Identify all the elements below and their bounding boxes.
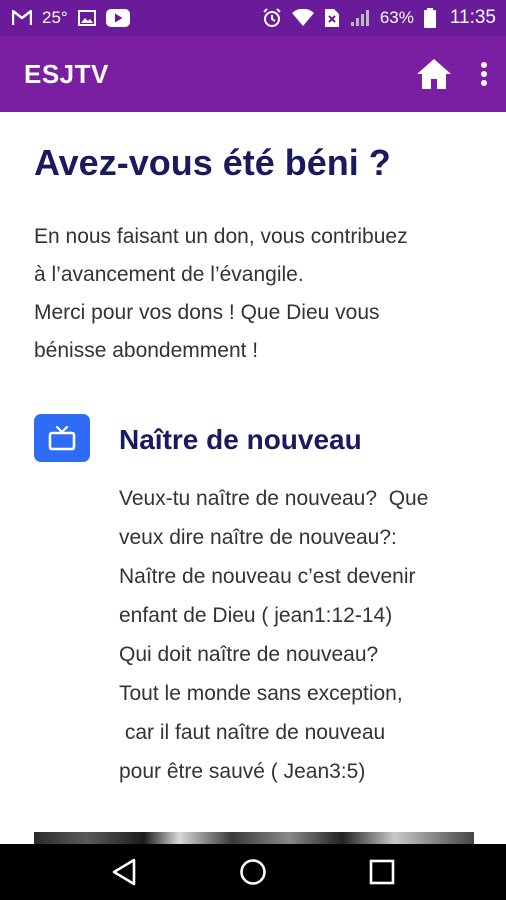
temperature-text: 25°	[42, 8, 68, 27]
clock-text: 11:35	[449, 7, 496, 28]
feature-text: Veux-tu naître de nouveau? Que veux dire…	[119, 479, 489, 791]
more-vert-icon[interactable]	[480, 61, 488, 87]
intro-line: bénisse abondemment !	[34, 339, 259, 362]
status-bar-right: 63% 11:35	[262, 7, 496, 29]
image-icon	[77, 10, 96, 26]
alarm-icon	[262, 8, 282, 28]
home-circle-icon[interactable]	[239, 858, 267, 886]
tv-icon	[34, 414, 90, 462]
crowd-photo	[34, 832, 474, 844]
feature-line: Qui doit naître de nouveau?	[119, 643, 379, 666]
status-bar: 25° 63% 11:35	[0, 0, 506, 36]
battery-percent: 63%	[379, 8, 414, 27]
feature-title: Naître de nouveau	[119, 424, 362, 455]
recents-icon[interactable]	[369, 859, 395, 885]
home-icon[interactable]	[416, 58, 452, 90]
youtube-icon	[105, 9, 130, 27]
app-title: ESJTV	[24, 58, 109, 89]
feature-line: Naître de nouveau c’est devenir	[119, 565, 416, 588]
back-icon[interactable]	[111, 858, 137, 886]
signal-icon	[350, 9, 370, 27]
feature-line: pour être sauvé ( Jean3:5)	[119, 760, 366, 783]
gmail-icon	[12, 10, 32, 26]
feature-line: Veux-tu naître de nouveau? Que	[119, 487, 429, 510]
page-title: Avez-vous été béni ?	[34, 142, 391, 183]
system-nav-bar	[0, 844, 506, 900]
feature-line: car il faut naître de nouveau	[119, 721, 386, 744]
feature-line: veux dire naître de nouveau?:	[119, 526, 397, 549]
status-bar-left: 25°	[12, 8, 130, 28]
wifi-icon	[291, 9, 314, 27]
battery-icon	[423, 8, 436, 28]
feature-line: enfant de Dieu ( jean1:12-14)	[119, 604, 393, 627]
intro-text: En nous faisant un don, vous contribuez …	[34, 218, 474, 370]
intro-line: à l’avancement de l’évangile.	[34, 263, 304, 286]
intro-line: Merci pour vos dons ! Que Dieu vous	[34, 301, 380, 324]
no-sim-icon	[324, 8, 340, 28]
app-bar-actions	[416, 58, 488, 90]
feature-line: Tout le monde sans exception,	[119, 682, 403, 705]
app-bar: ESJTV	[0, 36, 506, 112]
content-area[interactable]: Avez-vous été béni ? En nous faisant un …	[0, 112, 506, 844]
intro-line: En nous faisant un don, vous contribuez	[34, 225, 408, 248]
